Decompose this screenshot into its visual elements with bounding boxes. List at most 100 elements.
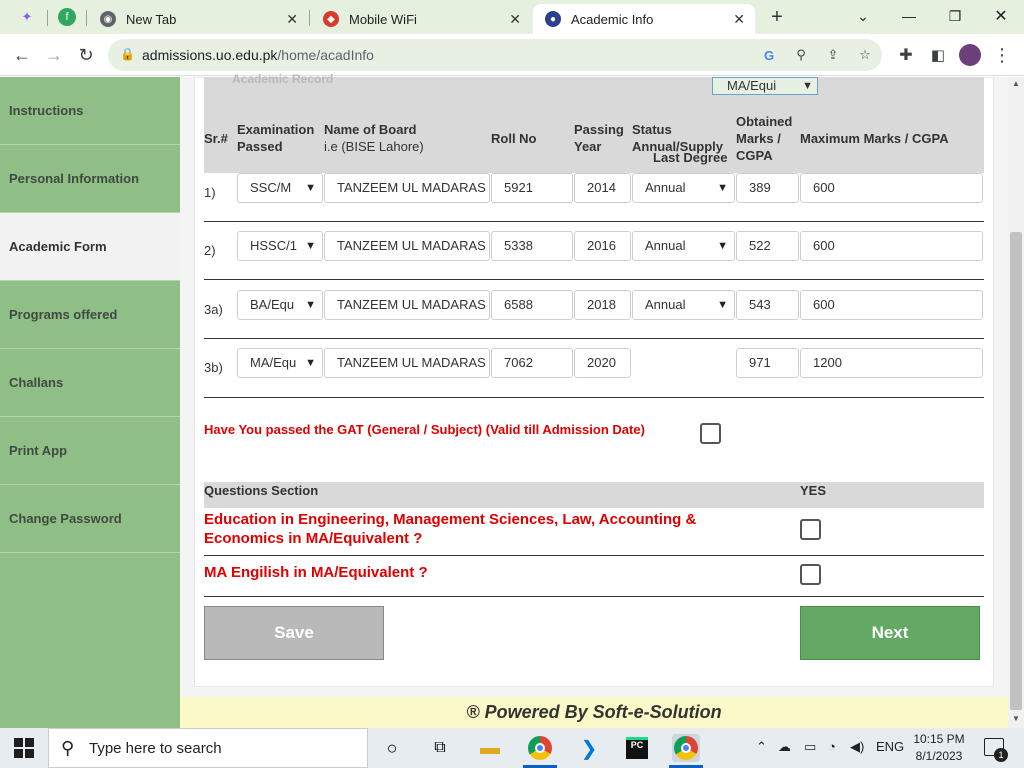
status-select[interactable]: Annual ▼ (632, 173, 735, 203)
sidebar-item-instructions[interactable]: Instructions (0, 77, 180, 145)
header-line: Obtained (736, 114, 793, 129)
battery-icon[interactable]: ▭ (804, 739, 816, 755)
new-tab-button[interactable]: + (766, 6, 788, 28)
clock[interactable]: 10:15 PM 8/1/2023 (908, 731, 970, 765)
scrollbar-thumb[interactable] (1010, 232, 1022, 710)
taskbar-search[interactable]: ⚲ Type here to search (48, 728, 368, 768)
windows-start-icon[interactable] (14, 738, 34, 758)
tab-academic-info[interactable]: ● Academic Info ✕ (533, 4, 755, 34)
status-select[interactable]: Annual ▼ (632, 231, 735, 261)
exam-select[interactable]: BA/Equ ▼ (237, 290, 323, 320)
sidebar-item-academic-form[interactable]: Academic Form (0, 213, 180, 281)
browser-toolbar: ← → ↻ 🔒 admissions.uo.edu.pk/home/acadIn… (0, 34, 1024, 76)
obtained-input[interactable]: 389 (736, 173, 799, 203)
year-input[interactable]: 2018 (574, 290, 631, 320)
reload-button[interactable]: ↻ (74, 43, 98, 67)
volume-icon[interactable]: ◀) (850, 739, 864, 755)
tab-search-icon[interactable]: ⌄ (848, 5, 878, 27)
wifi-icon[interactable]: ◔ (828, 739, 836, 754)
sidebar-item-print-app[interactable]: Print App (0, 417, 180, 485)
year-input[interactable]: 2016 (574, 231, 631, 261)
obtained-input[interactable]: 543 (736, 290, 799, 320)
lock-icon[interactable]: 🔒 (120, 47, 135, 61)
board-input[interactable]: TANZEEM UL MADARAS (324, 231, 490, 261)
google-lens-icon[interactable]: G (760, 46, 778, 64)
last-degree-select[interactable]: MA/Equi ▼ (712, 77, 818, 95)
vscode-icon[interactable]: ❯ (575, 734, 603, 762)
cortana-icon[interactable]: ○ (378, 734, 406, 762)
sidebar-item-label: Instructions (9, 103, 84, 118)
close-window-button[interactable]: ✕ (986, 5, 1016, 27)
status-select[interactable]: Annual ▼ (632, 290, 735, 320)
extensions-icon[interactable]: ✚ (894, 43, 918, 67)
obtained-input[interactable]: 522 (736, 231, 799, 261)
question-engineering-checkbox[interactable] (800, 519, 821, 540)
zoom-icon[interactable]: ⚲ (792, 46, 810, 64)
search-placeholder: Type here to search (89, 740, 222, 757)
roll-input[interactable]: 7062 (491, 348, 573, 378)
scroll-up-icon[interactable]: ▲ (1010, 79, 1022, 91)
header-line: Year (574, 139, 602, 154)
save-button[interactable]: Save (204, 606, 384, 660)
minimize-button[interactable]: — (894, 5, 924, 27)
profile-avatar[interactable] (958, 43, 982, 67)
close-tab-icon[interactable]: ✕ (509, 11, 521, 28)
max-input[interactable]: 600 (800, 290, 983, 320)
roll-input[interactable]: 5921 (491, 173, 573, 203)
question-english-checkbox[interactable] (800, 564, 821, 585)
header-examination: Examination Passed (237, 121, 314, 155)
forward-button[interactable]: → (42, 43, 66, 67)
address-bar[interactable]: 🔒 admissions.uo.edu.pk/home/acadInfo G ⚲… (108, 39, 882, 71)
chrome-taskbar-icon-2[interactable] (672, 734, 700, 762)
last-degree-value: MA/Equi (727, 78, 777, 93)
sidebar-item-personal-information[interactable]: Personal Information (0, 145, 180, 213)
tab-new-tab[interactable]: ◉ New Tab ✕ (88, 4, 308, 34)
onedrive-icon[interactable]: ☁ (778, 739, 791, 755)
menu-dots-icon[interactable]: ⋮ (990, 43, 1014, 67)
gemini-icon[interactable]: ✦ (16, 6, 38, 28)
close-tab-icon[interactable]: ✕ (733, 11, 745, 28)
pinned-tab[interactable]: f (56, 6, 78, 28)
year-input[interactable]: 2020 (574, 348, 631, 378)
roll-input[interactable]: 6588 (491, 290, 573, 320)
back-button[interactable]: ← (10, 43, 34, 67)
year-input[interactable]: 2014 (574, 173, 631, 203)
bookmark-star-icon[interactable]: ☆ (856, 46, 874, 64)
restore-button[interactable]: ❐ (940, 5, 970, 27)
tray-chevron-icon[interactable]: ⌃ (756, 739, 767, 755)
chrome-taskbar-icon[interactable] (526, 734, 554, 762)
url-path: /home/acadInfo (277, 47, 374, 63)
share-icon[interactable]: ⇪ (824, 46, 842, 64)
header-maximum: Maximum Marks / CGPA (800, 131, 949, 146)
language-indicator[interactable]: ENG (876, 739, 904, 754)
pycharm-icon[interactable]: PC (623, 734, 651, 762)
board-input[interactable]: TANZEEM UL MADARAS (324, 290, 490, 320)
sidebar-item-change-password[interactable]: Change Password (0, 485, 180, 553)
board-input[interactable]: TANZEEM UL MADARAS (324, 173, 490, 203)
wifi-icon: ◆ (323, 11, 339, 27)
file-explorer-icon[interactable]: ▬ (476, 734, 504, 762)
gat-checkbox[interactable] (700, 423, 721, 444)
board-input[interactable]: TANZEEM UL MADARAS (324, 348, 490, 378)
tab-mobile-wifi[interactable]: ◆ Mobile WiFi ✕ (311, 4, 531, 34)
exam-value: SSC/M (250, 180, 292, 195)
exam-select[interactable]: SSC/M ▼ (237, 173, 323, 203)
side-panel-icon[interactable]: ◧ (926, 43, 950, 67)
sidebar: Instructions Personal Information Academ… (0, 77, 180, 728)
roll-input[interactable]: 5338 (491, 231, 573, 261)
exam-select[interactable]: MA/Equ ▼ (237, 348, 323, 378)
sidebar-item-challans[interactable]: Challans (0, 349, 180, 417)
scroll-down-icon[interactable]: ▼ (1010, 714, 1022, 726)
exam-select[interactable]: HSSC/1 ▼ (237, 231, 323, 261)
next-button[interactable]: Next (800, 606, 980, 660)
task-view-icon[interactable]: ⧉ (426, 734, 454, 762)
max-input[interactable]: 1200 (800, 348, 983, 378)
max-input[interactable]: 600 (800, 231, 983, 261)
header-line: Examination (237, 122, 315, 137)
sidebar-item-programs-offered[interactable]: Programs offered (0, 281, 180, 349)
max-input[interactable]: 600 (800, 173, 983, 203)
status-value: Annual (645, 297, 686, 312)
close-tab-icon[interactable]: ✕ (286, 11, 298, 28)
obtained-input[interactable]: 971 (736, 348, 799, 378)
gat-question: Have You passed the GAT (General / Subje… (204, 422, 645, 437)
